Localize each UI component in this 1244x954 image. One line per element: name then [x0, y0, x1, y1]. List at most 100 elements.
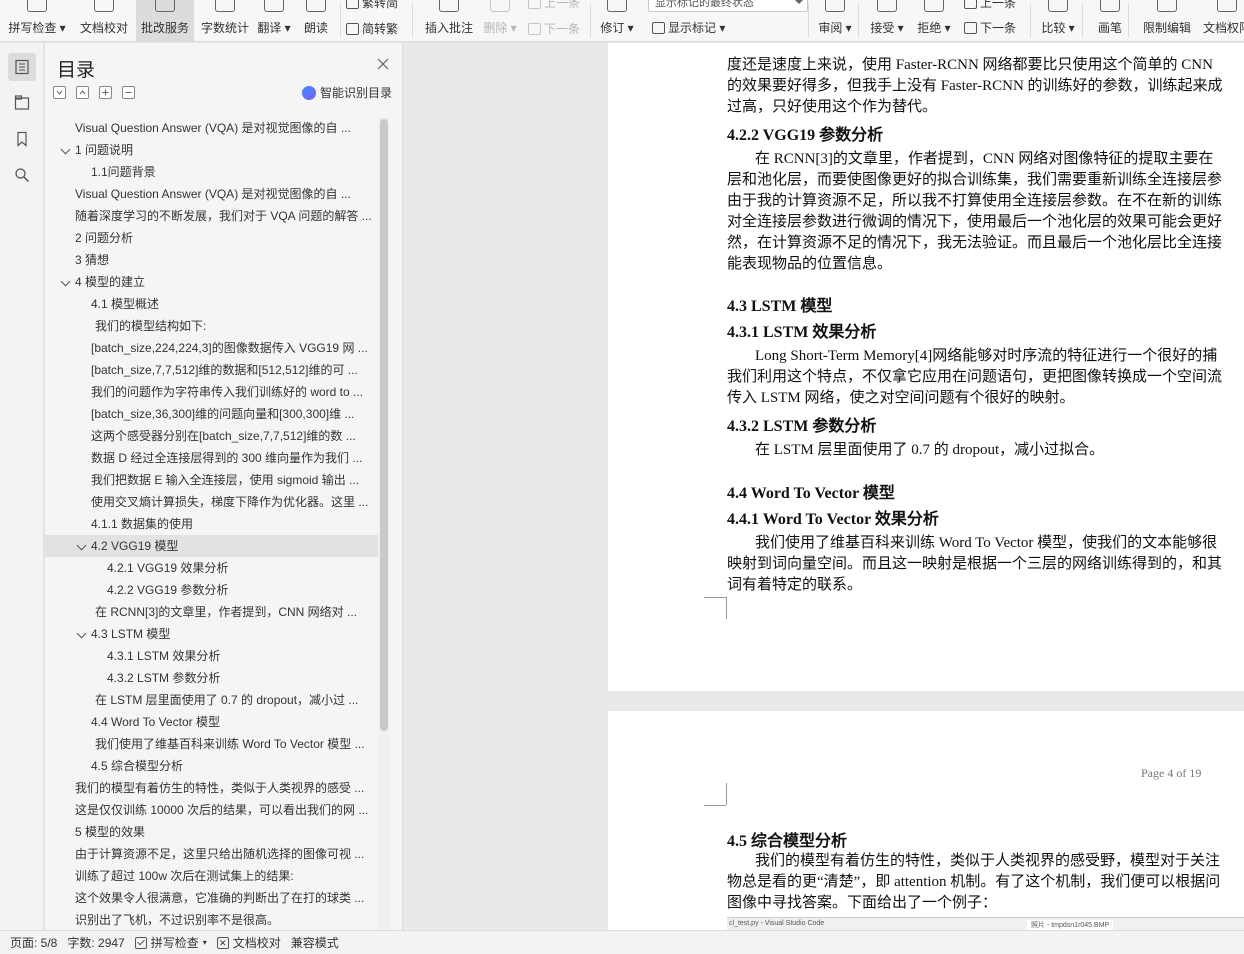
review-button[interactable]: 审阅 ▾	[812, 0, 858, 41]
toc-item[interactable]: 使用交叉熵计算损失，梯度下降作为优化器。这里 ...	[45, 491, 379, 513]
toc-panel-icon[interactable]	[8, 53, 36, 81]
next-comment-button[interactable]: 下一条	[528, 20, 580, 37]
simp-to-trad-button[interactable]: 简转繁	[346, 20, 398, 37]
doc-paragraph-line[interactable]: 我们的模型有着仿生的特性，类似于人类视界的感受野，模型对于关注	[755, 849, 1220, 870]
spellcheck-button[interactable]: 拼写检查 ▾	[0, 0, 74, 41]
doc-heading[interactable]: 4.3.1 LSTM 效果分析	[727, 318, 876, 342]
toc-item[interactable]: 4.2.1 VGG19 效果分析	[45, 557, 379, 579]
doc-heading[interactable]: 4.4.1 Word To Vector 效果分析	[727, 505, 939, 529]
toc-item[interactable]: 4.5 综合模型分析	[45, 755, 379, 777]
doc-paragraph-line[interactable]: 映射到词向量空间。而且这一映射是根据一个三层的网络训练得到的，和其	[727, 552, 1222, 573]
document-canvas[interactable]: 度还是速度上来说，使用 Faster-RCNN 网络都要比只使用这个简单的 CN…	[404, 43, 1244, 930]
doc-paragraph-line[interactable]: 物总是看的更“清楚”，即 attention 机制。有了这个机制，我们便可以根据…	[727, 870, 1220, 891]
add-item-icon[interactable]	[99, 86, 112, 99]
toc-item[interactable]: 3 猜想	[45, 249, 379, 271]
toc-item[interactable]: 这个效果令人很满意，它准确的判断出了在打的球类 ...	[45, 887, 379, 909]
doc-paragraph-line[interactable]: 然，在计算资源不足的情况下，我无法验证。而且最后一个池化层比全连接	[727, 231, 1222, 252]
remove-item-icon[interactable]	[122, 86, 135, 99]
search-icon[interactable]	[8, 161, 36, 189]
toc-item[interactable]: 1 问题说明	[45, 139, 379, 161]
doc-heading[interactable]: 4.3 LSTM 模型	[727, 292, 832, 316]
doc-paragraph-line[interactable]: 在 RCNN[3]的文章里，作者提到，CNN 网络对图像特征的提取主要在	[755, 147, 1213, 168]
toc-item[interactable]: 在 LSTM 层里面使用了 0.7 的 dropout，减小过 ...	[45, 689, 379, 711]
document-page[interactable]: Page 4 of 19 cl_test.py - Visual Studio …	[608, 711, 1244, 930]
markup-state-select[interactable]: 显示标记的最终状态	[648, 0, 808, 12]
embedded-screenshot[interactable]: cl_test.py - Visual Studio Code 照片 - tmp…	[727, 917, 1244, 930]
toc-item[interactable]: 4.3.1 LSTM 效果分析	[45, 645, 379, 667]
proofread-button[interactable]: 文档校对	[74, 0, 134, 41]
doc-paragraph-line[interactable]: Long Short-Term Memory[4]网络能够对时序流的特征进行一个…	[755, 344, 1217, 365]
doc-paragraph-line[interactable]: 我们使用了维基百科来训练 Word To Vector 模型，使我们的文本能够很	[755, 531, 1217, 552]
toc-item[interactable]: 在 RCNN[3]的文章里，作者提到，CNN 网络对 ...	[45, 601, 379, 623]
trad-to-simp-button[interactable]: 繁转简	[346, 0, 398, 11]
toc-item[interactable]: 4.4 Word To Vector 模型	[45, 711, 379, 733]
bookmark-icon[interactable]	[8, 125, 36, 153]
pen-button[interactable]: 画笔	[1088, 0, 1132, 41]
collapse-all-icon[interactable]	[53, 86, 66, 99]
compare-button[interactable]: 比较 ▾	[1036, 0, 1080, 41]
reject-button[interactable]: 拒绝 ▾	[912, 0, 956, 41]
track-changes-button[interactable]: 修订 ▾	[596, 0, 638, 41]
doc-permission-button[interactable]: 文档权限	[1198, 0, 1244, 41]
doc-paragraph-line[interactable]: 在 LSTM 层里面使用了 0.7 的 dropout，减小过拟合。	[755, 438, 1104, 459]
word-count[interactable]: 字数: 2947	[67, 934, 124, 951]
doc-paragraph-line[interactable]: 层和池化层，而要使图像更好的拟合训练集，我们需要重新训练全连接层参	[727, 168, 1222, 189]
delete-comment-button[interactable]: 删除 ▾	[480, 0, 520, 41]
doc-heading[interactable]: 4.3.2 LSTM 参数分析	[727, 412, 876, 436]
toc-item[interactable]: 我们的模型结构如下:	[45, 315, 379, 337]
toc-item[interactable]: [batch_size,224,224,3]的图像数据传入 VGG19 网 ..…	[45, 337, 379, 359]
toc-item[interactable]: 4 模型的建立	[45, 271, 379, 293]
toc-item[interactable]: 2 问题分析	[45, 227, 379, 249]
toc-item[interactable]: 我们的问题作为字符串传入我们训练好的 word to ...	[45, 381, 379, 403]
restrict-edit-button[interactable]: 限制编辑	[1134, 0, 1200, 41]
toc-item[interactable]: 这是仅仅训练 10000 次后的结果，可以看出我们的网 ...	[45, 799, 379, 821]
toc-item[interactable]: 4.3 LSTM 模型	[45, 623, 379, 645]
next-change-button[interactable]: 下一条	[964, 19, 1016, 36]
doc-paragraph-line[interactable]: 能表现物品的位置信息。	[727, 252, 892, 273]
read-aloud-button[interactable]: 朗读	[294, 0, 338, 41]
expand-all-icon[interactable]	[76, 86, 89, 99]
chevron-down-icon[interactable]	[76, 628, 87, 639]
translate-button[interactable]: 翻译 ▾	[256, 0, 292, 41]
doc-paragraph-line[interactable]: 词有着特定的联系。	[727, 573, 862, 594]
doc-heading[interactable]: 4.4 Word To Vector 模型	[727, 479, 895, 503]
doc-heading[interactable]: 4.2.2 VGG19 参数分析	[727, 121, 883, 145]
doc-paragraph-line[interactable]: 传入 LSTM 网络，使之对空间问题有个很好的映射。	[727, 386, 1075, 407]
toc-item[interactable]: 训练了超过 100w 次后在测试集上的结果:	[45, 865, 379, 887]
doc-heading[interactable]: 4.5 综合模型分析	[727, 827, 847, 851]
doc-paragraph-line[interactable]: 我们利用这个特点，不仅拿它应用在问题语句，更把图像转换成一个空间流	[727, 365, 1222, 386]
chevron-down-icon[interactable]	[76, 540, 87, 551]
toc-item[interactable]: 我们的模型有着仿生的特性，类似于人类视界的感受 ...	[45, 777, 379, 799]
page-indicator[interactable]: 页面: 5/8	[10, 934, 57, 951]
toc-item[interactable]: 识别出了飞机，不过识别率不是很高。	[45, 909, 379, 930]
doc-paragraph-line[interactable]: 由于我的计算资源不足，所以我不打算使用全连接层参数。在不在新的训练	[727, 189, 1222, 210]
toc-item[interactable]: [batch_size,36,300]维的问题向量和[300,300]维 ...	[45, 403, 379, 425]
toc-item[interactable]: 4.3.2 LSTM 参数分析	[45, 667, 379, 689]
prev-comment-button[interactable]: 上一条	[528, 0, 580, 11]
chevron-down-icon[interactable]	[60, 144, 71, 155]
accept-button[interactable]: 接受 ▾	[864, 0, 910, 41]
doc-paragraph-line[interactable]: 图像中寻找答案。下面给出了一个例子：	[727, 891, 997, 912]
doc-paragraph-line[interactable]: 的效果要好得多，但我手上没有 Faster-RCNN 的训练好的参数，训练起来成	[727, 74, 1223, 95]
toc-item[interactable]: Visual Question Answer (VQA) 是对视觉图像的自 ..…	[45, 117, 379, 139]
toc-item[interactable]: Visual Question Answer (VQA) 是对视觉图像的自 ..…	[45, 183, 379, 205]
chevron-down-icon[interactable]	[60, 276, 71, 287]
correction-service-button[interactable]: 批改服务	[136, 0, 194, 41]
toc-item[interactable]: 1.1问题背景	[45, 161, 379, 183]
toc-scrollbar-thumb[interactable]	[380, 119, 388, 731]
doc-paragraph-line[interactable]: 度还是速度上来说，使用 Faster-RCNN 网络都要比只使用这个简单的 CN…	[727, 53, 1213, 74]
document-page[interactable]: 度还是速度上来说，使用 Faster-RCNN 网络都要比只使用这个简单的 CN…	[608, 43, 1244, 691]
doc-paragraph-line[interactable]: 过高，只好使用这个作为替代。	[727, 95, 937, 116]
status-proofread[interactable]: ✕ 文档校对	[216, 934, 281, 951]
toc-item[interactable]: 5 模型的效果	[45, 821, 379, 843]
word-count-button[interactable]: 字数统计	[194, 0, 256, 41]
smart-toc-button[interactable]: 智能识别目录	[301, 84, 392, 101]
toc-item[interactable]: 4.2.2 VGG19 参数分析	[45, 579, 379, 601]
close-icon[interactable]	[376, 57, 390, 71]
prev-change-button[interactable]: 上一条	[964, 0, 1016, 11]
insert-comment-button[interactable]: 插入批注	[418, 0, 480, 41]
toc-item[interactable]: 随着深度学习的不断发展，我们对于 VQA 问题的解答 ...	[45, 205, 379, 227]
toc-item[interactable]: 这两个感受器分别在[batch_size,7,7,512]维的数 ...	[45, 425, 379, 447]
show-markup-button[interactable]: 显示标记 ▾	[652, 19, 725, 36]
toc-item[interactable]: 由于计算资源不足，这里只给出随机选择的图像可视 ...	[45, 843, 379, 865]
